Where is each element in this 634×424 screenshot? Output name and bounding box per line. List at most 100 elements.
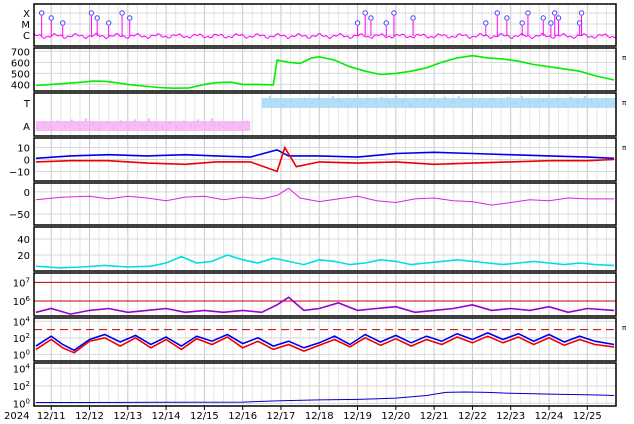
imf-scatter-point bbox=[534, 103, 537, 107]
flare-marker bbox=[555, 15, 562, 21]
x-tick-label: 12/18 bbox=[305, 411, 334, 422]
imf-scatter-point bbox=[345, 103, 348, 107]
imf-scatter-point bbox=[485, 102, 488, 106]
flare-marker bbox=[483, 20, 489, 26]
imf-scatter-point bbox=[352, 98, 355, 102]
imf-scatter-point bbox=[590, 99, 593, 103]
imf-scatter-point bbox=[366, 97, 369, 101]
y-tick-label: A bbox=[23, 122, 30, 133]
panel-xray: XMC bbox=[21, 3, 617, 47]
panel-right-label: π bbox=[622, 99, 627, 107]
imf-scatter-point bbox=[499, 101, 502, 105]
imf-scatter-point bbox=[168, 121, 171, 125]
imf-scatter-point bbox=[555, 97, 558, 101]
x-axis: 2024 12/11 12/12 12/13 12/14 12/15 12/16 12/17… bbox=[4, 406, 602, 422]
x-tick-label: 12/25 bbox=[573, 411, 602, 422]
imf-scatter-point bbox=[324, 100, 327, 104]
imf-scatter-point bbox=[513, 100, 516, 104]
imf-scatter-point bbox=[611, 102, 614, 106]
flare-marker bbox=[354, 20, 361, 26]
x-tick-label: 12/12 bbox=[75, 411, 104, 422]
flare-marker bbox=[94, 15, 100, 21]
imf-scatter-point bbox=[422, 102, 425, 106]
imf-scatter-point bbox=[147, 118, 150, 122]
y-tick-label: C bbox=[23, 31, 30, 42]
imf-scatter-point bbox=[224, 126, 227, 130]
imf-scatter-point bbox=[261, 100, 264, 104]
panel-right-label: π bbox=[622, 54, 627, 62]
y-tick-label: 500 bbox=[11, 69, 30, 80]
stacked-space-weather-chart: XMC400500600700 πTAπ−10010 π−5002040106107… bbox=[4, 3, 627, 422]
imf-scatter-point bbox=[203, 123, 206, 127]
imf-scatter-point bbox=[35, 126, 38, 130]
flare-marker bbox=[494, 10, 501, 16]
imf-scatter-point bbox=[380, 96, 383, 100]
imf-scatter-point bbox=[84, 118, 87, 122]
x-tick-label: 12/24 bbox=[535, 411, 564, 422]
imf-scatter-point bbox=[140, 123, 143, 127]
flare-marker bbox=[60, 20, 66, 26]
imf-scatter-point bbox=[196, 119, 199, 123]
flare-marker bbox=[578, 10, 585, 16]
panel-right-label: π bbox=[622, 324, 627, 332]
imf-scatter-point bbox=[42, 121, 45, 125]
imf-scatter-point bbox=[583, 95, 586, 99]
imf-scatter-point bbox=[436, 101, 439, 105]
panel-ae-index: 2040 bbox=[17, 226, 617, 272]
x-tick-label: 12/11 bbox=[37, 411, 66, 422]
y-tick-label: 40 bbox=[17, 235, 30, 246]
y-tick-label: 100 bbox=[13, 348, 30, 361]
imf-scatter-point bbox=[49, 125, 52, 129]
panel-solar-wind-speed: 400500600700 π bbox=[11, 47, 627, 92]
y-tick-label: T bbox=[23, 99, 31, 110]
y-tick-label: 107 bbox=[13, 276, 30, 289]
imf-scatter-point bbox=[415, 98, 418, 102]
x-tick-label: 12/14 bbox=[152, 411, 181, 422]
imf-scatter-point bbox=[408, 103, 411, 107]
imf-scatter-point bbox=[492, 97, 495, 101]
flare-marker bbox=[552, 10, 558, 16]
imf-scatter-point bbox=[597, 103, 600, 107]
flare-marker bbox=[48, 15, 54, 21]
flare-marker bbox=[410, 15, 416, 21]
imf-scatter-point bbox=[387, 100, 390, 104]
panel-background bbox=[34, 227, 616, 271]
imf-scatter-point bbox=[464, 99, 467, 103]
y-tick-label: 10 bbox=[17, 144, 30, 155]
imf-scatter-point bbox=[161, 126, 164, 130]
imf-scatter-point bbox=[77, 123, 80, 127]
x-tick-label: 12/19 bbox=[343, 411, 372, 422]
imf-scatter-point bbox=[182, 120, 185, 124]
x-tick-label: 12/13 bbox=[113, 411, 142, 422]
y-tick-label: 0 bbox=[24, 156, 30, 167]
y-tick-label: −10 bbox=[9, 167, 30, 178]
imf-scatter-point bbox=[98, 126, 101, 130]
imf-scatter-point bbox=[119, 120, 122, 124]
y-tick-label: 20 bbox=[17, 251, 30, 262]
flare-marker bbox=[362, 10, 368, 16]
flare-marker bbox=[38, 10, 45, 16]
panel-background bbox=[34, 183, 616, 225]
imf-scatter-point bbox=[527, 99, 530, 103]
imf-scatter-point bbox=[303, 97, 306, 101]
y-tick-label: 600 bbox=[11, 58, 30, 69]
imf-scatter-point bbox=[562, 101, 565, 105]
imf-scatter-point bbox=[210, 118, 213, 122]
imf-scatter-point bbox=[282, 103, 285, 107]
flare-marker bbox=[525, 10, 531, 16]
x-tick-label: 12/17 bbox=[267, 411, 296, 422]
y-tick-label: 104 bbox=[13, 315, 31, 328]
imf-scatter-point bbox=[429, 97, 432, 101]
y-tick-label: M bbox=[21, 20, 30, 31]
chart-panels: XMC400500600700 πTAπ−10010 π−5002040106107… bbox=[9, 3, 627, 410]
imf-scatter-point bbox=[70, 119, 73, 123]
y-tick-label: 102 bbox=[13, 332, 30, 345]
imf-scatter-point bbox=[443, 96, 446, 100]
flare-marker bbox=[548, 20, 554, 26]
y-tick-label: 100 bbox=[13, 397, 30, 410]
imf-scatter-point bbox=[359, 102, 362, 106]
imf-scatter-point bbox=[133, 119, 136, 123]
panel-sym-h: −50 0 bbox=[9, 182, 617, 226]
imf-scatter-point bbox=[289, 98, 292, 102]
flare-marker bbox=[391, 10, 397, 16]
